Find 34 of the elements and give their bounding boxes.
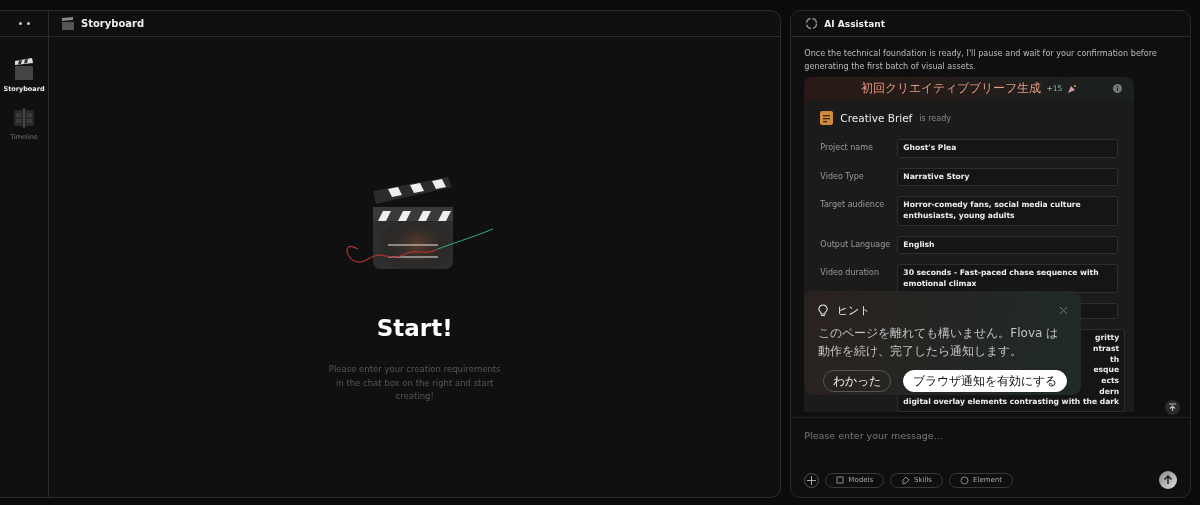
- film-strip-icon: [13, 107, 35, 129]
- scroll-top-icon: [1168, 403, 1177, 412]
- tip-title: ヒント: [837, 303, 871, 318]
- clapperboard-icon: [61, 17, 75, 30]
- instruction-text: Please enter your creation requirements in the chat box on the right and start creating!: [327, 363, 502, 404]
- lightbulb-icon: [818, 304, 829, 317]
- panel-title: AI Assistant: [824, 18, 885, 29]
- message-input[interactable]: Please enter your message...: [804, 430, 1177, 441]
- clapperboard-icon: [13, 57, 35, 81]
- field-label: Target audience: [820, 199, 886, 212]
- party-popper-icon: [1067, 83, 1078, 94]
- scroll-top-button[interactable]: [1165, 400, 1180, 415]
- tip-text: このページを離れても構いません。Flova は動作を続け、完了したら通知します。: [818, 325, 1060, 360]
- panel-title: Storyboard: [81, 18, 145, 29]
- close-button[interactable]: [1060, 307, 1068, 314]
- field-label: Output Language: [820, 238, 892, 251]
- tag-icon: [901, 475, 911, 485]
- reward-label: 初回クリエイティブブリーフ生成: [861, 80, 1042, 98]
- square-icon: [836, 476, 845, 484]
- field-label: Video Type: [820, 170, 865, 183]
- brief-title: Creative Brief: [840, 112, 913, 125]
- plus-icon: [807, 475, 817, 485]
- info-icon[interactable]: [1113, 84, 1123, 94]
- field-label: Video duration: [820, 267, 880, 280]
- start-heading: Start!: [376, 315, 453, 341]
- assistant-logo-icon: [805, 17, 819, 30]
- send-button[interactable]: [1159, 471, 1177, 489]
- arrow-up-icon: [1163, 475, 1173, 485]
- assistant-message: Once the technical foundation is ready, I'll pause and wait for your confirmation before generating the first batch of visual assets.: [804, 47, 1158, 73]
- enable-notifications-button[interactable]: ブラウザ通知を有効にする: [903, 370, 1068, 392]
- circle-icon: [960, 475, 969, 485]
- field-label: Project name: [820, 142, 874, 155]
- document-icon: [820, 111, 834, 126]
- brief-status: is ready: [919, 113, 951, 123]
